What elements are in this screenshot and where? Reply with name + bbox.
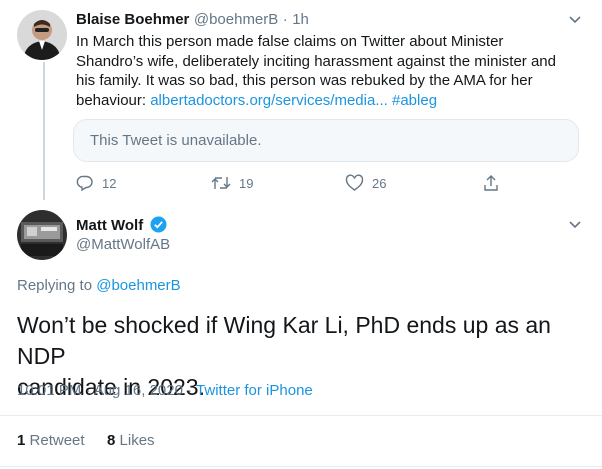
quoted-tweet-card[interactable]: This Tweet is unavailable.	[73, 119, 579, 162]
reply-button[interactable]: 12	[76, 174, 116, 192]
chevron-down-icon[interactable]	[568, 12, 582, 24]
retweet-count: 19	[239, 175, 254, 191]
quoted-unavailable-text: This Tweet is unavailable.	[90, 132, 262, 149]
replying-to: Replying to @boehmerB	[17, 277, 181, 294]
retweet-stat[interactable]: 1 Retweet	[17, 432, 85, 449]
share-button[interactable]	[482, 174, 508, 192]
retweet-button[interactable]: 19	[211, 174, 253, 192]
thread-line	[43, 62, 45, 200]
reply-count: 12	[102, 175, 117, 191]
text-line: Shandro’s wife, deliberately inciting ha…	[76, 52, 556, 70]
tweet-source-link[interactable]: Twitter for iPhone	[196, 382, 313, 399]
author-name[interactable]: Blaise Boehmer	[76, 11, 189, 28]
timestamp[interactable]: 1h	[292, 11, 309, 28]
retweet-stat-count: 1	[17, 432, 26, 449]
divider	[0, 415, 602, 416]
verified-badge-icon	[150, 216, 167, 233]
likes-stat-label: Likes	[119, 432, 155, 449]
media-link[interactable]: albertadoctors.org/services/media...	[150, 92, 388, 109]
tweet-text: In March this person made false claims o…	[76, 32, 591, 110]
retweet-stat-label: Retweet	[29, 432, 85, 449]
reply-icon	[76, 175, 93, 192]
like-count: 26	[372, 175, 387, 191]
likes-stat-count: 8	[107, 432, 116, 449]
replying-prefix: Replying to	[17, 277, 93, 294]
avatar[interactable]	[17, 10, 67, 60]
author-name[interactable]: Matt Wolf	[76, 217, 143, 234]
tweet-meta: 10:01 PM · Aug 16, 2020 · Twitter for iP…	[17, 382, 313, 399]
author-handle[interactable]: @boehmerB	[194, 11, 278, 28]
avatar[interactable]	[17, 210, 67, 260]
likes-stat[interactable]: 8 Likes	[107, 432, 155, 449]
hashtag-link[interactable]: #ableg	[392, 92, 437, 109]
tweet-header: Blaise Boehmer @boehmerB · 1h	[76, 11, 309, 29]
tweet-timestamp[interactable]: 10:01 PM · Aug 16, 2020	[17, 382, 183, 399]
text-line: behaviour: albertadoctors.org/services/m…	[76, 91, 591, 111]
like-button[interactable]: 26	[345, 174, 386, 192]
heart-icon	[345, 174, 364, 191]
text-line: his family. It was so bad, this person w…	[76, 72, 533, 89]
text-fragment: behaviour:	[76, 91, 151, 109]
text-line: In March this person made false claims o…	[76, 33, 504, 50]
replying-handle-link[interactable]: @boehmerB	[96, 277, 180, 294]
separator: ·	[282, 11, 288, 28]
author-handle[interactable]: @MattWolfAB	[76, 236, 170, 253]
share-icon	[484, 175, 498, 191]
divider	[0, 466, 602, 467]
text-line: Won’t be shocked if Wing Kar Li, PhD end…	[17, 312, 551, 369]
chevron-down-icon[interactable]	[568, 217, 582, 229]
author-row: Matt Wolf	[76, 216, 167, 235]
retweet-icon	[211, 177, 231, 189]
separator: ·	[187, 382, 193, 399]
